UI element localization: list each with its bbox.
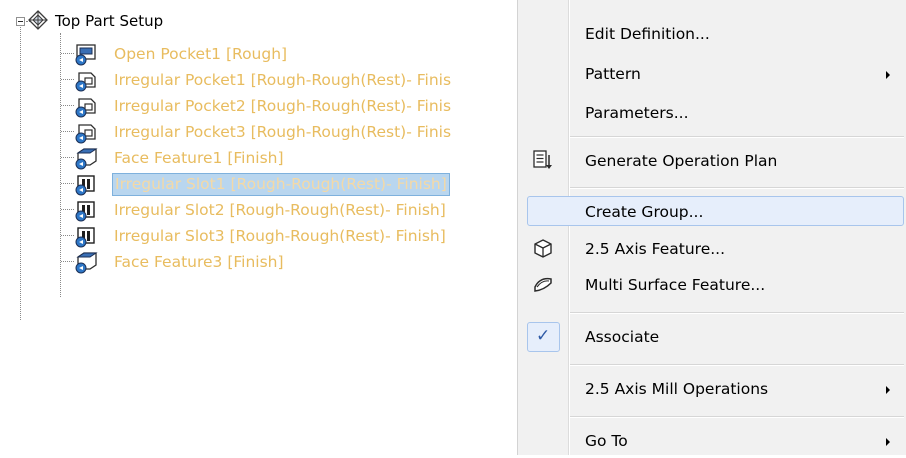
menu-item-label: Generate Operation Plan: [585, 152, 778, 170]
submenu-arrow-icon: [886, 71, 890, 79]
menu-item-pattern[interactable]: Pattern: [518, 57, 906, 91]
tree-connector: [20, 27, 21, 320]
irregular-pocket-icon: [75, 98, 96, 118]
tree-item[interactable]: Irregular Slot3 [Rough-Rough(Rest)- Fini…: [61, 224, 545, 250]
tree-item-label: Face Feature3 [Finish]: [114, 253, 284, 271]
menu-item-generate-operation-plan[interactable]: Generate Operation Plan: [518, 144, 906, 178]
tree-item-label: Irregular Slot3 [Rough-Rough(Rest)- Fini…: [114, 227, 446, 245]
tree-connector: [61, 79, 74, 80]
tree-connector: [61, 53, 74, 54]
irregular-pocket-icon: [75, 72, 96, 92]
irregular-slot-icon: [75, 201, 95, 222]
menu-item-create-group[interactable]: Create Group...: [518, 195, 906, 229]
operation-plan-icon: [533, 150, 552, 169]
tree-item-label: Face Feature1 [Finish]: [114, 149, 284, 167]
irregular-slot-icon: [75, 227, 95, 248]
tree-item[interactable]: Face Feature3 [Finish]: [61, 250, 545, 276]
tree-connector: [61, 131, 74, 132]
menu-item-multi-surface-feature[interactable]: Multi Surface Feature...: [518, 268, 906, 302]
tree-root-label[interactable]: Top Part Setup: [55, 12, 163, 30]
menu-item-parameters[interactable]: Parameters...: [518, 96, 906, 130]
tree-connector: [61, 235, 74, 236]
menu-item-label: 2.5 Axis Mill Operations: [585, 380, 769, 398]
submenu-arrow-icon: [886, 386, 890, 394]
menu-separator: [570, 187, 904, 189]
irregular-pocket-icon: [75, 124, 96, 144]
menu-separator: [570, 312, 904, 314]
menu-separator: [570, 136, 904, 138]
tree-item-label: Irregular Slot2 [Rough-Rough(Rest)- Fini…: [114, 201, 446, 219]
checkmark-icon: ✓: [536, 326, 551, 346]
face-feature-icon: [75, 252, 98, 274]
menu-item-edit-definition[interactable]: Edit Definition...: [518, 17, 906, 51]
irregular-slot-icon: [75, 175, 95, 196]
menu-item-label: Multi Surface Feature...: [585, 276, 766, 294]
menu-item-label: 2.5 Axis Feature...: [585, 240, 726, 258]
menu-item-label: Pattern: [585, 65, 641, 83]
menu-item-label: Create Group...: [585, 203, 704, 221]
tree-item[interactable]: Irregular Pocket1 [Rough-Rough(Rest)- Fi…: [61, 68, 545, 94]
menu-item-label: Associate: [585, 328, 660, 346]
submenu-arrow-icon: [886, 438, 890, 446]
open-pocket-icon: [75, 44, 96, 66]
menu-separator: [570, 416, 904, 418]
menu-item-associate[interactable]: ✓ Associate: [518, 320, 906, 354]
tree-connector: [61, 209, 74, 210]
menu-item-label: Edit Definition...: [585, 25, 710, 43]
context-menu: Edit Definition... Pattern Parameters...…: [517, 0, 906, 455]
tree-item[interactable]: Irregular Slot2 [Rough-Rough(Rest)- Fini…: [61, 198, 545, 224]
menu-separator: [570, 364, 904, 366]
face-feature-icon: [75, 148, 98, 170]
menu-item-axis-mill-operations[interactable]: 2.5 Axis Mill Operations: [518, 372, 906, 406]
menu-item-label: Go To: [585, 432, 628, 450]
tree-item-label: Irregular Slot1 [Rough-Rough(Rest)- Fini…: [112, 173, 450, 196]
tree-item[interactable]: Face Feature1 [Finish]: [61, 146, 545, 172]
tree-item-label: Irregular Pocket2 [Rough-Rough(Rest)- Fi…: [114, 97, 452, 115]
setup-icon: [28, 10, 48, 30]
tree-connector: [61, 183, 74, 184]
tree-item[interactable]: Irregular Pocket2 [Rough-Rough(Rest)- Fi…: [61, 94, 545, 120]
menu-item-go-to[interactable]: Go To: [518, 424, 906, 458]
tree-connector: [61, 261, 74, 262]
feature-tree: Top Part Setup Open Pocket1 [Rough] Irre…: [0, 0, 545, 455]
menu-item-label: Parameters...: [585, 104, 689, 122]
tree-connector: [61, 157, 74, 158]
tree-item-label: Open Pocket1 [Rough]: [114, 45, 288, 63]
tree-item[interactable]: Open Pocket1 [Rough]: [61, 42, 545, 68]
tree-item-label: Irregular Pocket1 [Rough-Rough(Rest)- Fi…: [114, 71, 452, 89]
tree-item[interactable]: Irregular Pocket3 [Rough-Rough(Rest)- Fi…: [61, 120, 545, 146]
tree-connector: [60, 33, 61, 297]
collapse-toggle[interactable]: [16, 17, 25, 26]
menu-hover-highlight: [527, 196, 904, 226]
menu-item-axis-feature[interactable]: 2.5 Axis Feature...: [518, 232, 906, 266]
tree-item-selected[interactable]: Irregular Slot1 [Rough-Rough(Rest)- Fini…: [61, 172, 545, 198]
surface-feature-icon: [534, 277, 552, 292]
tree-connector: [61, 105, 74, 106]
tree-item-label: Irregular Pocket3 [Rough-Rough(Rest)- Fi…: [114, 123, 452, 141]
prism-feature-icon: [534, 239, 552, 258]
